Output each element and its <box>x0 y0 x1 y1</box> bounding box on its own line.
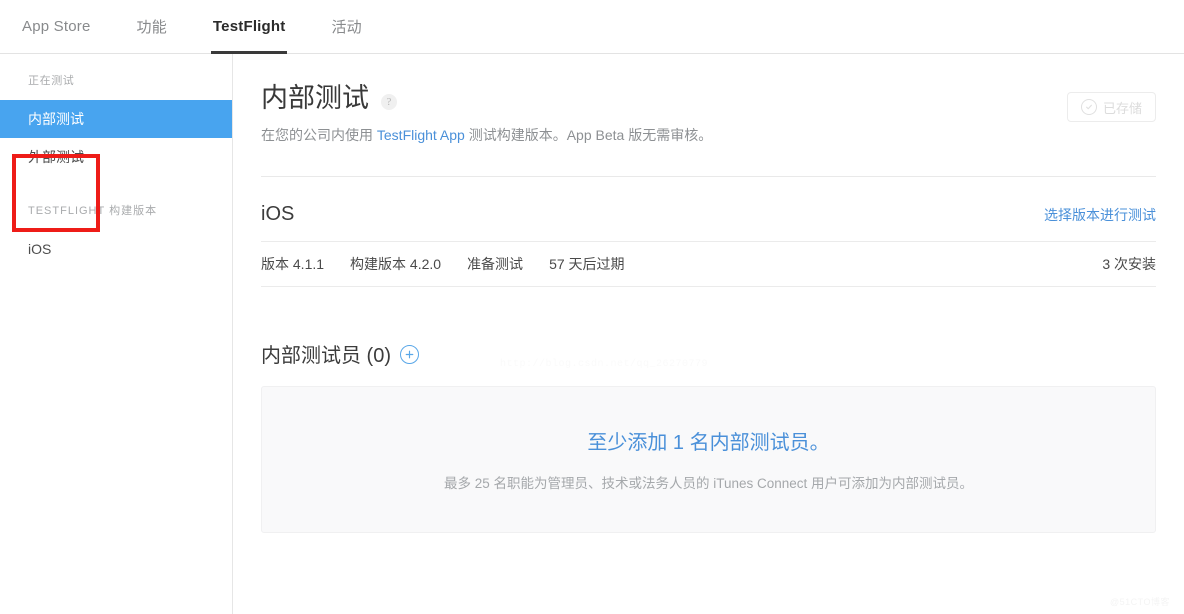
build-installs: 3 次安装 <box>1102 255 1156 272</box>
tab-activity[interactable]: 活动 <box>331 0 361 54</box>
tab-features-label: 功能 <box>136 19 167 36</box>
tab-app-store[interactable]: App Store <box>22 0 91 54</box>
build-version: 版本 4.1.1 <box>261 255 325 272</box>
watermark-corner: @51CTO博客 <box>1110 597 1170 607</box>
tab-activity-label: 活动 <box>331 19 362 36</box>
top-navigation-bar: App Store 功能 TestFlight 活动 <box>0 0 1184 54</box>
sidebar-item-ios-builds-label: iOS <box>28 241 52 257</box>
ios-section-title: iOS <box>261 202 295 225</box>
sidebar-item-external-testing[interactable]: 外部测试 <box>0 138 232 176</box>
tab-app-store-label: App Store <box>22 18 91 35</box>
page-header-text: 内部测试 ? 在您的公司内使用 TestFlight App 测试构建版本。Ap… <box>261 83 712 146</box>
sidebar-group-title-builds: TESTFLIGHT 构建版本 <box>28 205 158 217</box>
tab-features[interactable]: 功能 <box>137 0 167 54</box>
testers-empty-state: 至少添加 1 名内部测试员。 最多 25 名职能为管理员、技术或法务人员的 iT… <box>261 385 1156 533</box>
tab-testflight[interactable]: TestFlight <box>210 0 288 54</box>
testflight-app-link[interactable]: TestFlight App <box>377 127 465 143</box>
tab-testflight-label: TestFlight <box>212 18 286 35</box>
build-number: 构建版本 4.2.0 <box>350 255 442 272</box>
testers-empty-subtitle: 最多 25 名职能为管理员、技术或法务人员的 iTunes Connect 用户… <box>443 476 974 492</box>
build-status: 准备测试 <box>467 255 524 272</box>
plus-circle-icon[interactable] <box>400 344 419 364</box>
build-expiry: 57 天后过期 <box>549 255 625 272</box>
page-body: 正在测试 内部测试 外部测试 TESTFLIGHT 构建版本 iOS 内部测试 … <box>0 54 1184 614</box>
page-subtitle-prefix: 在您的公司内使用 <box>261 126 377 143</box>
question-mark-icon[interactable]: ? <box>381 93 397 110</box>
page-subtitle: 在您的公司内使用 TestFlight App 测试构建版本。App Beta … <box>261 125 712 146</box>
testers-section-header: 内部测试员 (0) <box>261 339 1156 368</box>
saved-status-label: 已存储 <box>1102 100 1142 116</box>
testers-section-title: 内部测试员 (0) <box>261 344 391 367</box>
sidebar: 正在测试 内部测试 外部测试 TESTFLIGHT 构建版本 iOS <box>0 54 233 614</box>
main-content: 内部测试 ? 在您的公司内使用 TestFlight App 测试构建版本。Ap… <box>233 54 1184 614</box>
page-title: 内部测试 <box>261 83 369 113</box>
sidebar-group-title-testing: 正在测试 <box>28 75 75 87</box>
testers-empty-title: 至少添加 1 名内部测试员。 <box>587 432 830 455</box>
sidebar-item-external-testing-label: 外部测试 <box>28 149 84 165</box>
page-header: 内部测试 ? 在您的公司内使用 TestFlight App 测试构建版本。Ap… <box>261 54 1156 146</box>
sidebar-item-internal-testing-label: 内部测试 <box>28 111 84 127</box>
page-subtitle-suffix: 测试构建版本。App Beta 版无需审核。 <box>464 126 713 143</box>
sidebar-item-internal-testing[interactable]: 内部测试 <box>0 100 232 138</box>
watermark-center: http://blog.csdn.net/qq_26270779 <box>500 359 709 370</box>
saved-status-button[interactable]: 已存储 <box>1066 92 1156 122</box>
build-row-details: 版本 4.1.1 构建版本 4.2.0 准备测试 57 天后过期 <box>261 254 651 274</box>
ios-section-header: iOS 选择版本进行测试 <box>261 177 1156 226</box>
page-title-row: 内部测试 ? <box>261 83 712 114</box>
build-row[interactable]: 版本 4.1.1 构建版本 4.2.0 准备测试 57 天后过期 3 次安装 <box>261 240 1156 287</box>
sidebar-item-ios-builds[interactable]: iOS <box>0 230 232 268</box>
check-circle-icon <box>1080 99 1097 115</box>
select-build-link[interactable]: 选择版本进行测试 <box>1044 205 1156 225</box>
